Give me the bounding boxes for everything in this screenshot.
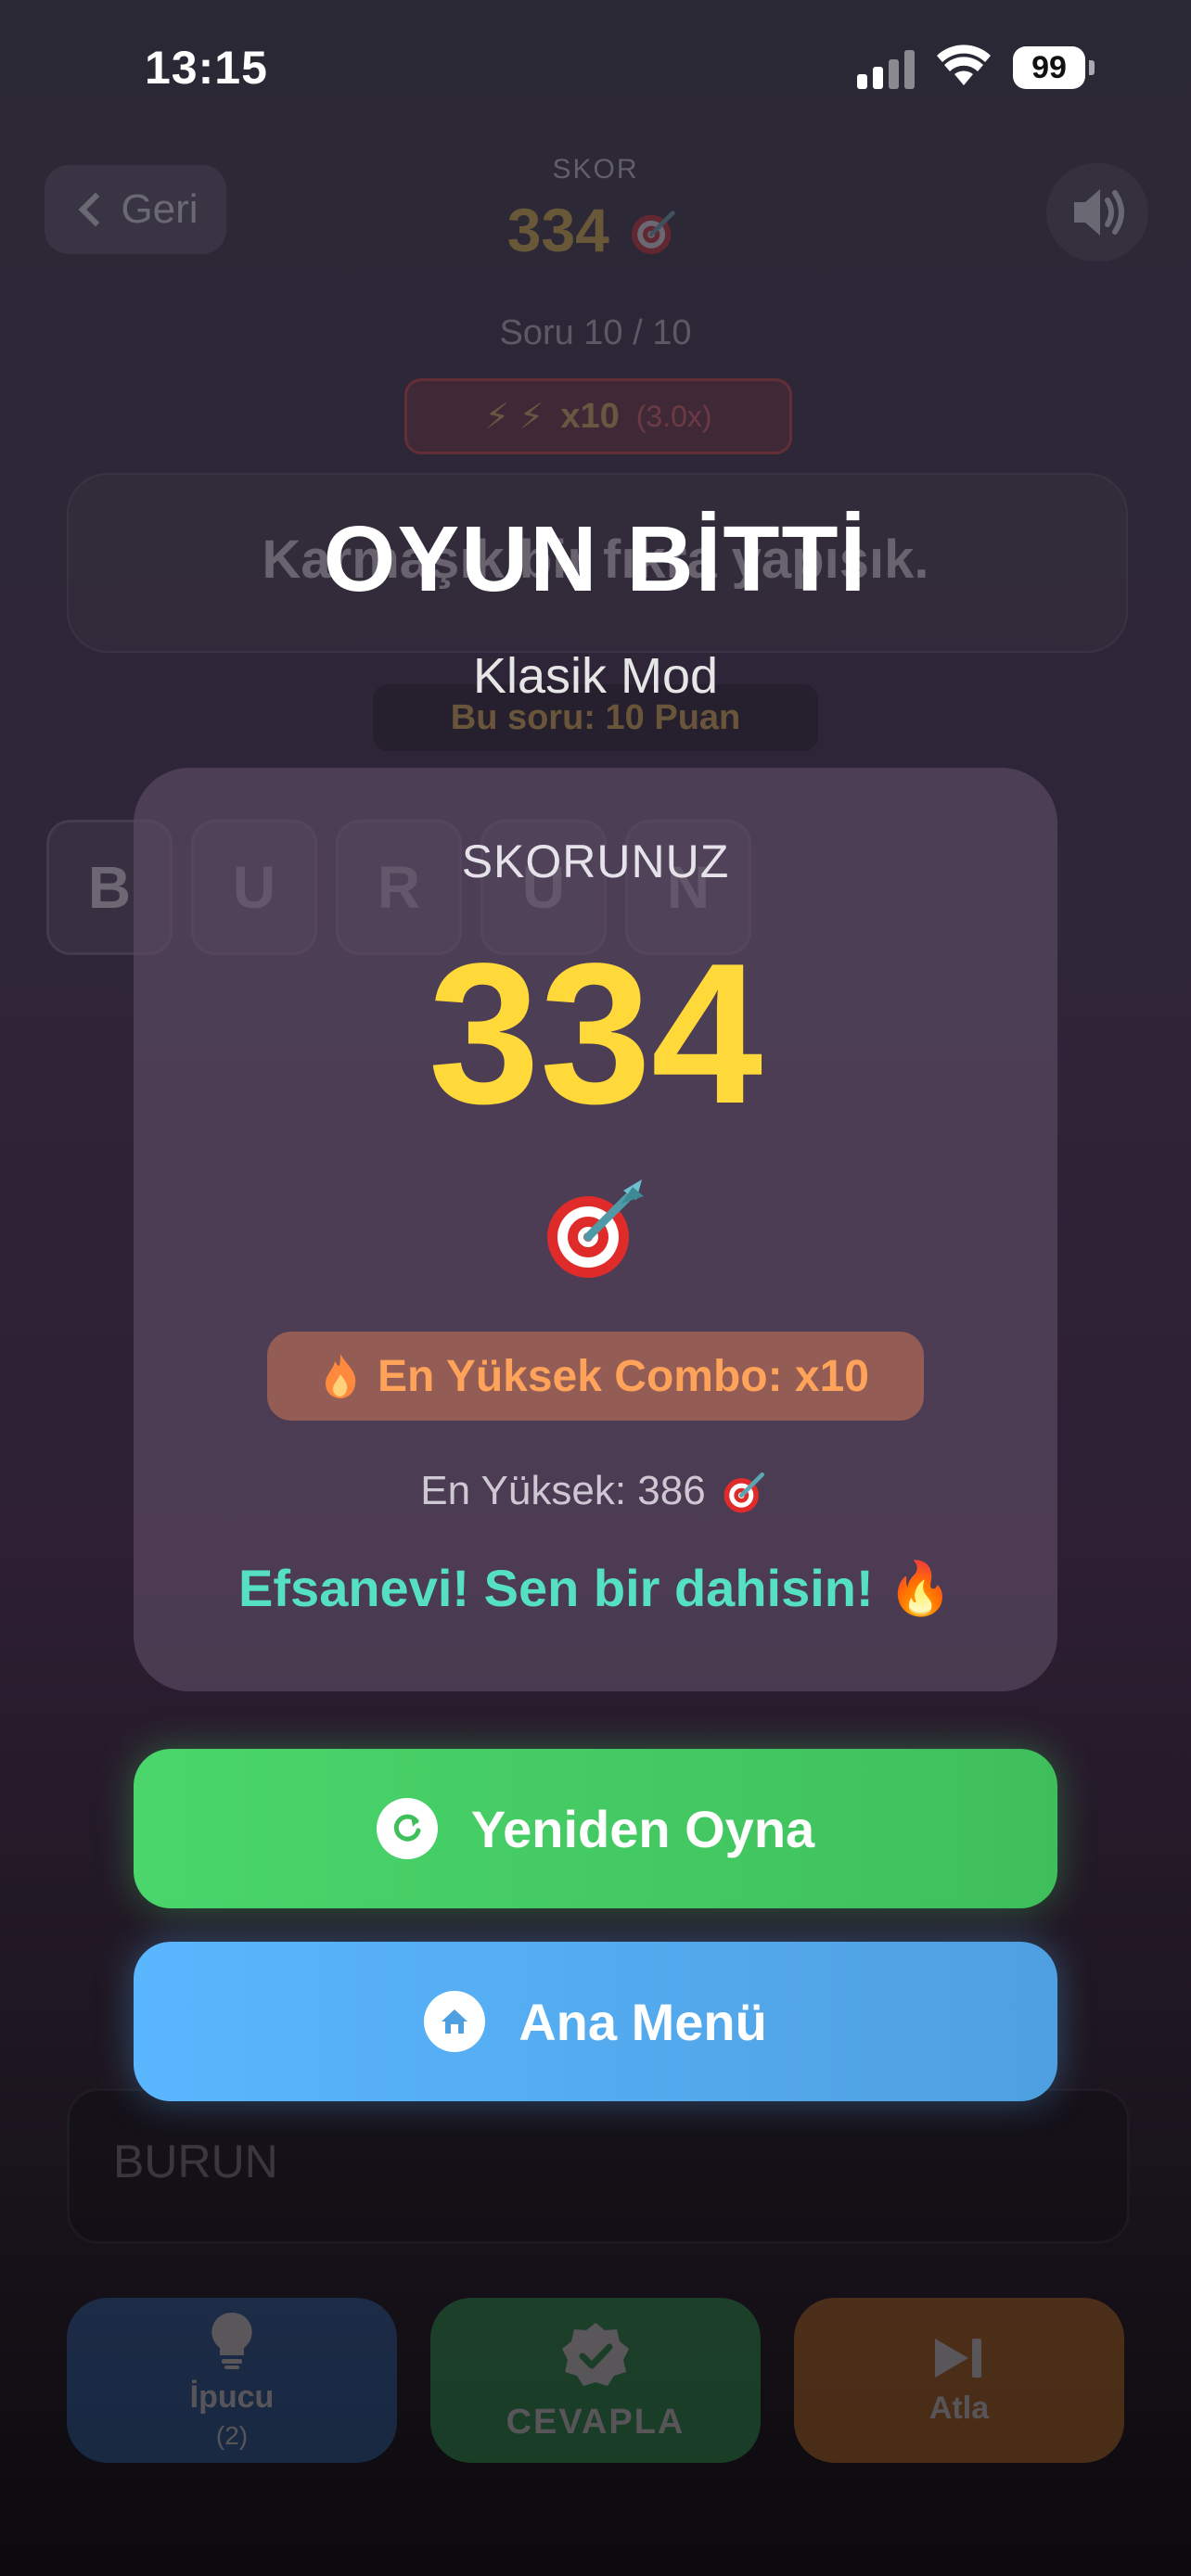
cellular-signal-icon [857,48,916,89]
praise-message: Efsanevi! Sen bir dahisin! 🔥 [0,1558,1191,1619]
lightbulb-icon [211,2312,252,2369]
score-label: SKOR [552,154,639,185]
hint-label: İpucu [189,2378,275,2415]
play-again-button[interactable]: Yeniden Oyna [134,1749,1057,1908]
skip-label: Atla [928,2390,990,2426]
main-menu-label: Ana Menü [519,1992,767,2051]
dart-target-icon [724,1472,764,1513]
fire-emoji-icon: 🔥 [888,1559,953,1617]
check-badge-icon [562,2322,629,2386]
skip-icon [935,2338,981,2378]
hint-button[interactable]: İpucu (2) [67,2298,397,2463]
wifi-icon [937,45,991,85]
status-bar: 13:15 99 [0,0,1191,130]
your-score-label: SKORUNUZ [461,835,730,887]
final-score: 334 [428,921,763,1145]
combo-count: x10 [560,396,620,436]
best-combo-text: En Yüksek Combo: x10 [378,1351,869,1401]
answer-value: BURUN [113,2136,278,2187]
dart-target-icon [547,1180,644,1278]
question-counter: Soru 10 / 10 [499,313,692,352]
lightning-icon: ⚡ ⚡ [484,397,544,437]
high-score: En Yüksek: 386 [0,1465,1191,1517]
battery-icon: 99 [1013,46,1096,89]
submit-answer-button[interactable]: CEVAPLA [430,2298,761,2463]
combo-multiplier: (3.0x) [635,399,712,433]
skip-button[interactable]: Atla [794,2298,1124,2463]
combo-indicator: ⚡ ⚡ x10 (3.0x) [404,378,792,454]
sound-toggle-button[interactable] [1046,163,1148,261]
score-value: 334 [0,195,1191,265]
speaker-icon [1074,189,1124,236]
hint-count: (2) [215,2420,249,2450]
flame-icon [326,1354,356,1398]
best-combo-badge: En Yüksek Combo: x10 [267,1332,924,1421]
game-over-title: OYUN BİTTİ [323,507,868,611]
submit-label: CEVAPLA [506,2402,685,2442]
home-icon [424,1991,486,2052]
main-menu-button[interactable]: Ana Menü [134,1942,1057,2101]
battery-level: 99 [1013,46,1085,89]
status-time: 13:15 [145,42,268,94]
praise-text: Efsanevi! Sen bir dahisin! [238,1559,874,1617]
play-again-label: Yeniden Oyna [470,1799,815,1858]
dart-target-icon [632,210,675,255]
game-mode-label: Klasik Mod [472,648,719,704]
refresh-icon [376,1798,438,1859]
high-score-text: En Yüksek: 386 [420,1468,706,1513]
